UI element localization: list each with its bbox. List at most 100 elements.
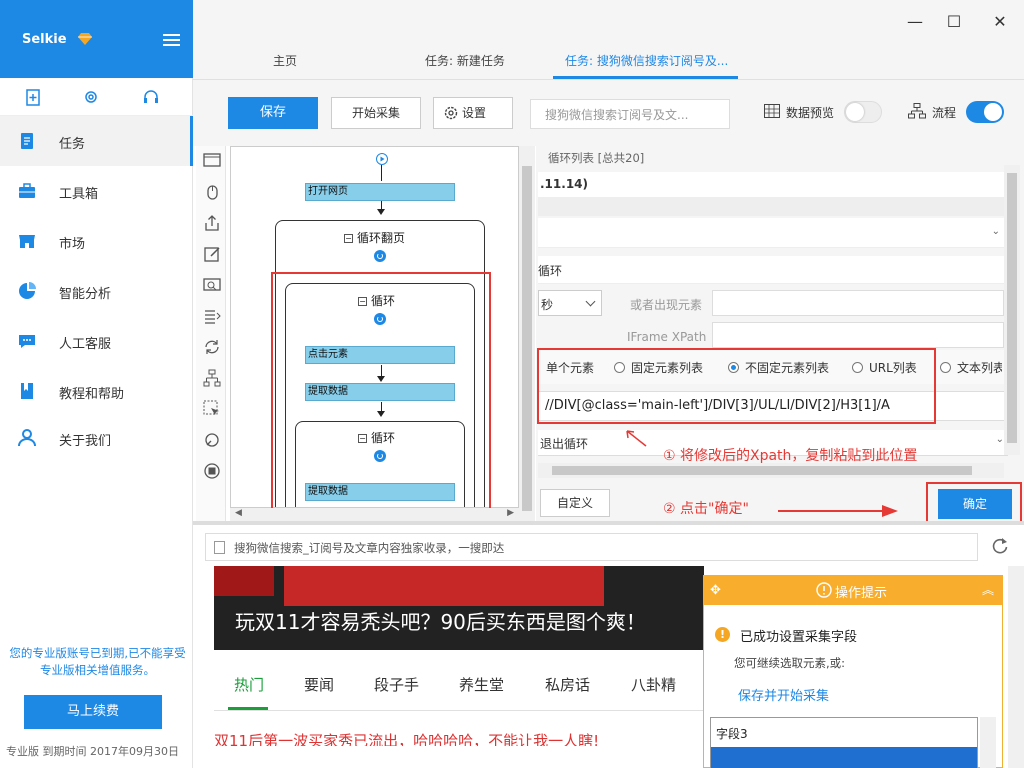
hamburger-icon[interactable] xyxy=(163,34,180,46)
iframe-xpath-field[interactable] xyxy=(712,322,1004,348)
panel-vertical-scrollbar[interactable] xyxy=(1004,165,1020,455)
custom-button[interactable]: 自定义 xyxy=(540,489,610,517)
red-arrow-icon xyxy=(626,430,647,447)
panel-horizontal-scrollbar[interactable] xyxy=(538,463,1004,478)
data-preview-toggle[interactable] xyxy=(844,101,882,123)
settings-button[interactable]: 设置 xyxy=(433,97,513,129)
gear-icon xyxy=(444,106,458,120)
scroll-right-icon[interactable]: ▶ xyxy=(507,508,514,518)
sidebar-item-about[interactable]: 关于我们 xyxy=(0,413,193,463)
field-list-item-selected[interactable] xyxy=(711,747,977,768)
active-news-tab-indicator xyxy=(228,707,268,710)
headset-icon[interactable] xyxy=(142,88,160,106)
maximize-button[interactable]: ☐ xyxy=(944,12,964,32)
move-icon[interactable]: ✥ xyxy=(710,583,721,598)
brand-name: Selkie xyxy=(22,32,67,47)
task-name-field[interactable]: 搜狗微信搜索订阅号及文... xyxy=(530,99,730,129)
tab-new-task[interactable]: 任务: 新建任务 xyxy=(425,52,505,69)
sidebar-item-label: 教程和帮助 xyxy=(59,387,125,402)
expire-message: 您的专业版账号已到期,已不能享受专业版相关增值服务。 xyxy=(9,646,186,677)
web-vertical-scrollbar[interactable] xyxy=(1008,566,1024,768)
news-tab-jokes[interactable]: 段子手 xyxy=(374,674,419,695)
captcha-tool-icon[interactable] xyxy=(203,276,221,294)
news-tab-divider xyxy=(214,710,704,711)
chevron-down-icon: ⌄ xyxy=(995,434,1004,445)
sidebar-item-label: 智能分析 xyxy=(59,287,112,302)
flow-horizontal-scrollbar[interactable]: ◀ ▶ xyxy=(230,508,519,521)
loop-type-value: 循环 xyxy=(538,264,563,278)
select-tool-icon[interactable] xyxy=(203,400,221,418)
sidebar-item-toolbox[interactable]: 工具箱 xyxy=(0,166,193,216)
branch-tool-icon[interactable] xyxy=(203,369,221,387)
tool-column xyxy=(196,146,226,521)
collapse-icon[interactable]: ︽ xyxy=(982,581,994,598)
sidebar-item-support[interactable]: 人工客服 xyxy=(0,316,193,366)
stop-tool-icon[interactable] xyxy=(203,462,221,480)
save-and-start-link[interactable]: 保存并开始采集 xyxy=(738,685,829,704)
seconds-select[interactable]: 秒 xyxy=(538,290,602,316)
news-tab-gossip[interactable]: 八卦精 xyxy=(631,674,676,695)
start-collect-button[interactable]: 开始采集 xyxy=(331,97,421,129)
save-button[interactable]: 保存 xyxy=(228,97,318,129)
list-tool-icon[interactable] xyxy=(203,307,221,325)
news-tab-health[interactable]: 养生堂 xyxy=(459,674,504,695)
gear-icon[interactable] xyxy=(82,88,100,106)
close-button[interactable]: ✕ xyxy=(990,12,1010,32)
minimize-button[interactable]: — xyxy=(905,12,925,32)
brand-header: Selkie xyxy=(0,0,193,78)
input-text-tool-icon[interactable] xyxy=(203,245,221,263)
sidebar-item-label: 工具箱 xyxy=(59,187,99,202)
sidebar-item-label: 任务 xyxy=(59,137,86,152)
sidebar-item-tasks[interactable]: 任务 xyxy=(0,116,193,166)
reload-icon[interactable] xyxy=(990,536,1010,556)
book-icon xyxy=(21,383,33,399)
sidebar-item-tutorials[interactable]: 教程和帮助 xyxy=(0,366,193,416)
splitter[interactable] xyxy=(193,521,1024,525)
annotation-step-2: ② 点击"确定" xyxy=(663,501,749,517)
or-element-label: 或者出现元素 xyxy=(630,298,703,312)
address-bar[interactable]: 搜狗微信搜索_订阅号及文章内容独家收录，一搜即达 xyxy=(205,533,978,561)
flow-label: 流程 xyxy=(932,106,957,120)
document-icon xyxy=(21,133,33,149)
flow-step-open-page[interactable]: 打开网页 xyxy=(305,183,455,201)
sidebar-item-analysis[interactable]: 智能分析 xyxy=(0,266,193,316)
switch-tool-icon[interactable] xyxy=(203,431,221,449)
store-icon xyxy=(19,235,35,248)
sidebar-item-market[interactable]: 市场 xyxy=(0,216,193,266)
field-list-item[interactable]: 字段3 xyxy=(716,725,748,742)
news-tab-hot[interactable]: 热门 xyxy=(234,674,264,695)
field-list-scrollbar[interactable] xyxy=(980,717,996,768)
loop-tool-icon[interactable] xyxy=(203,338,221,356)
highlight-box-confirm xyxy=(926,482,1022,524)
hint-title: 操作提示 xyxy=(835,586,888,601)
sidebar-item-label: 人工客服 xyxy=(59,337,112,352)
warning-icon: ! xyxy=(715,627,730,642)
news-headline[interactable]: 双11后第一波买家秀已流出，哈哈哈哈，不能让我一人瞎! xyxy=(214,730,704,746)
quick-actions xyxy=(0,78,193,116)
flow-group-title: − 循环翻页 xyxy=(344,231,406,245)
scroll-left-icon[interactable]: ◀ xyxy=(235,508,242,518)
edition-info: 专业版 到期时间 2017年09月30日 xyxy=(6,745,179,758)
flow-vertical-scrollbar[interactable] xyxy=(519,146,535,521)
clipboard-plus-icon[interactable] xyxy=(24,88,42,106)
open-page-tool-icon[interactable] xyxy=(203,152,221,170)
or-element-field[interactable] xyxy=(712,290,1004,316)
radio-text-list[interactable]: 文本列表 xyxy=(940,359,1002,376)
tab-current-task[interactable]: 任务: 搜狗微信搜索订阅号及... xyxy=(565,52,728,69)
flow-toggle[interactable] xyxy=(966,101,1004,123)
sidebar-item-label: 市场 xyxy=(59,237,86,252)
export-tool-icon[interactable] xyxy=(203,214,221,232)
page-icon xyxy=(214,541,225,554)
spacer-row xyxy=(538,198,1004,216)
loop-mode-select[interactable]: ⌄ xyxy=(538,218,1004,248)
news-tab-headlines[interactable]: 要闻 xyxy=(304,674,334,695)
table-icon xyxy=(764,104,780,118)
panel-header: 循环列表 [总共20] xyxy=(548,151,645,165)
chevron-down-icon xyxy=(585,296,596,307)
renew-button[interactable]: 马上续费 xyxy=(24,695,162,729)
tab-home[interactable]: 主页 xyxy=(273,52,297,69)
news-tab-private[interactable]: 私房话 xyxy=(545,674,590,695)
banner-title[interactable]: 玩双11才容易秃头吧？90后买东西是图个爽！ xyxy=(235,606,646,635)
click-tool-icon[interactable] xyxy=(203,183,221,201)
flowchart-icon xyxy=(908,103,926,119)
